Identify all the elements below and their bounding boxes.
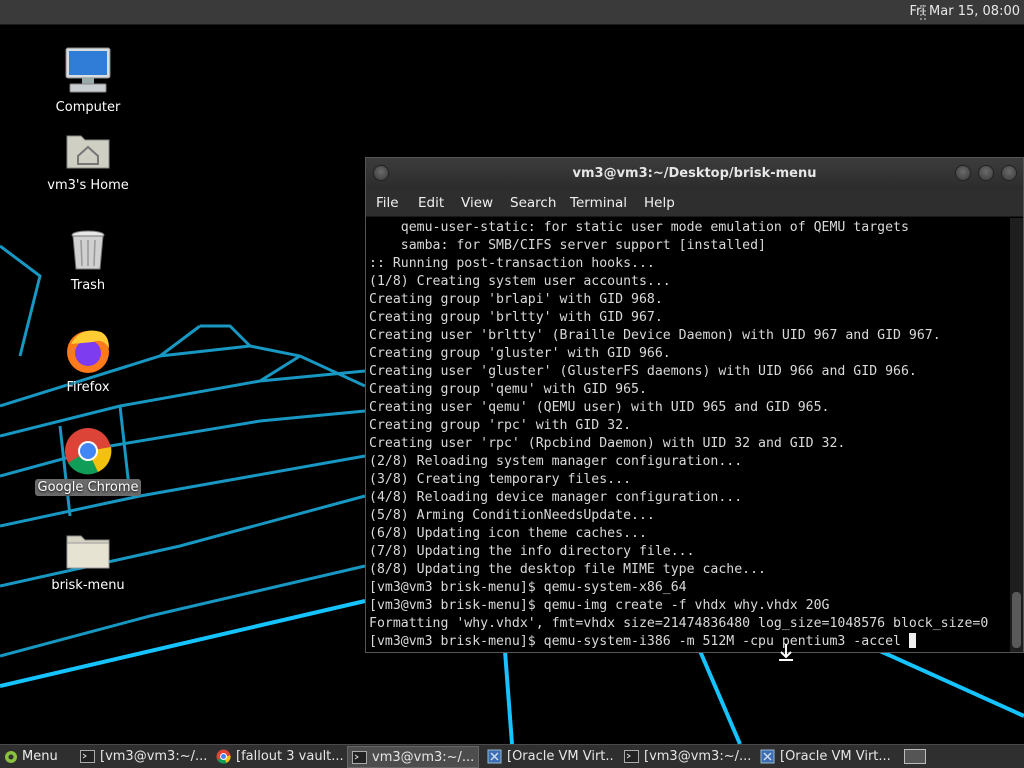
- desktop-icon-trash[interactable]: Trash: [33, 226, 143, 294]
- terminal-line: Creating group 'brltty' with GID 967.: [369, 310, 663, 325]
- terminal-menubar: File Edit View Search Terminal Help: [366, 189, 1023, 217]
- taskbar-task-label: vm3@vm3:~/...: [372, 750, 475, 765]
- taskbar-task-virtualbox-2[interactable]: [Oracle VM Virt...: [756, 746, 892, 768]
- desktop-icon-label: Trash: [70, 278, 106, 293]
- terminal-line: Creating group 'gluster' with GID 966.: [369, 346, 671, 361]
- trash-icon: [71, 230, 105, 270]
- terminal-line: (7/8) Updating the info directory file..…: [369, 544, 695, 559]
- taskbar-task-terminal-active[interactable]: vm3@vm3:~/...: [347, 746, 479, 768]
- menu-file[interactable]: File: [376, 195, 399, 211]
- menu-terminal[interactable]: Terminal: [570, 195, 627, 211]
- terminal-line: Creating user 'qemu' (QEMU user) with UI…: [369, 400, 830, 415]
- main-menu-label: Menu: [22, 749, 58, 764]
- terminal-line: qemu-user-static: for static user mode e…: [369, 220, 909, 235]
- terminal-scrollbar[interactable]: [1010, 218, 1023, 652]
- desktop-icon-computer[interactable]: Computer: [33, 44, 143, 116]
- terminal-line: (5/8) Arming ConditionNeedsUpdate...: [369, 508, 655, 523]
- maximize-button[interactable]: [978, 165, 994, 181]
- home-folder-icon: [66, 135, 110, 169]
- desktop-icon-label: Google Chrome: [34, 479, 142, 496]
- taskbar-task-chrome[interactable]: [fallout 3 vault...: [212, 746, 344, 768]
- terminal-icon: [624, 750, 639, 763]
- desktop-icon-label: vm3's Home: [47, 178, 129, 193]
- taskbar-task-label: [Oracle VM Virt...: [507, 749, 615, 764]
- top-panel: Fri Mar 15, 08:00: [0, 0, 1024, 25]
- chrome-icon: [216, 749, 231, 764]
- bottom-taskbar: Menu [vm3@vm3:~/... [fallout 3 vault... …: [0, 744, 1024, 768]
- close-button[interactable]: [1001, 165, 1017, 181]
- terminal-line: (8/8) Updating the desktop file MIME typ…: [369, 562, 766, 577]
- taskbar-task-label: [vm3@vm3:~/...: [100, 749, 208, 764]
- terminal-line: Creating group 'brlapi' with GID 968.: [369, 292, 663, 307]
- taskbar-task-label: [Oracle VM Virt...: [780, 749, 891, 764]
- menu-search[interactable]: Search: [510, 195, 556, 211]
- show-desktop-button[interactable]: [904, 749, 926, 764]
- terminal-line: Creating group 'rpc' with GID 32.: [369, 418, 632, 433]
- desktop-icon-google-chrome[interactable]: Google Chrome: [33, 426, 143, 496]
- terminal-line: Creating user 'rpc' (Rpcbind Daemon) wit…: [369, 436, 846, 451]
- terminal-line: Formatting 'why.vhdx', fmt=vhdx size=214…: [369, 616, 989, 631]
- computer-icon: [65, 47, 111, 93]
- terminal-line: Creating user 'gluster' (GlusterFS daemo…: [369, 364, 917, 379]
- taskbar-task-terminal-1[interactable]: [vm3@vm3:~/...: [76, 746, 208, 768]
- menu-edit[interactable]: Edit: [418, 195, 444, 211]
- terminal-window[interactable]: vm3@vm3:~/Desktop/brisk-menu File Edit V…: [365, 157, 1024, 653]
- taskbar-task-virtualbox-1[interactable]: [Oracle VM Virt...: [483, 746, 615, 768]
- terminal-icon: [352, 751, 367, 764]
- taskbar-task-label: [vm3@vm3:~/...: [644, 749, 752, 764]
- terminal-line: (4/8) Reloading device manager configura…: [369, 490, 743, 505]
- terminal-line: Creating user 'brltty' (Braille Device D…: [369, 328, 941, 343]
- taskbar-task-label: [fallout 3 vault...: [236, 749, 344, 764]
- window-title: vm3@vm3:~/Desktop/brisk-menu: [572, 166, 817, 181]
- terminal-line: Creating group 'qemu' with GID 965.: [369, 382, 647, 397]
- mouse-pointer-icon: [779, 644, 793, 661]
- virtualbox-icon: [487, 749, 502, 764]
- terminal-line: (2/8) Reloading system manager configura…: [369, 454, 743, 469]
- virtualbox-icon: [760, 749, 775, 764]
- folder-icon: [66, 535, 110, 569]
- terminal-line: :: Running post-transaction hooks...: [369, 256, 655, 271]
- text-cursor: [908, 633, 916, 648]
- menu-help[interactable]: Help: [644, 195, 675, 211]
- terminal-output[interactable]: qemu-user-static: for static user mode e…: [366, 218, 1011, 652]
- clock[interactable]: Fri Mar 15, 08:00: [909, 4, 1020, 19]
- minimize-button[interactable]: [955, 165, 971, 181]
- desktop-icon-home[interactable]: vm3's Home: [33, 126, 143, 194]
- window-titlebar[interactable]: vm3@vm3:~/Desktop/brisk-menu: [366, 158, 1023, 189]
- desktop-icon-label: Computer: [55, 100, 121, 115]
- terminal-line: (1/8) Creating system user accounts...: [369, 274, 671, 289]
- main-menu-button[interactable]: Menu: [0, 746, 64, 768]
- desktop-icon-label: Firefox: [66, 380, 110, 395]
- firefox-icon: [67, 330, 109, 373]
- terminal-line: (3/8) Creating temporary files...: [369, 472, 632, 487]
- terminal-line: [vm3@vm3 brisk-menu]$ qemu-img create -f…: [369, 598, 830, 613]
- desktop-icon-label: brisk-menu: [51, 578, 125, 593]
- mate-menu-icon: [5, 751, 17, 763]
- terminal-line: [vm3@vm3 brisk-menu]$ qemu-system-x86_64: [369, 580, 687, 595]
- terminal-icon: [80, 750, 95, 763]
- taskbar-task-terminal-2[interactable]: [vm3@vm3:~/...: [620, 746, 752, 768]
- terminal-line: (6/8) Updating icon theme caches...: [369, 526, 647, 541]
- terminal-prompt-line[interactable]: [vm3@vm3 brisk-menu]$ qemu-system-i386 -…: [369, 633, 1011, 651]
- desktop-icon-firefox[interactable]: Firefox: [33, 326, 143, 396]
- desktop-icon-brisk-menu[interactable]: brisk-menu: [33, 526, 143, 594]
- terminal-line: samba: for SMB/CIFS server support [inst…: [369, 238, 766, 253]
- menu-view[interactable]: View: [461, 195, 493, 211]
- chrome-icon: [65, 428, 112, 475]
- terminal-prompt-text: [vm3@vm3 brisk-menu]$ qemu-system-i386 -…: [369, 634, 909, 649]
- scrollbar-thumb[interactable]: [1012, 592, 1021, 648]
